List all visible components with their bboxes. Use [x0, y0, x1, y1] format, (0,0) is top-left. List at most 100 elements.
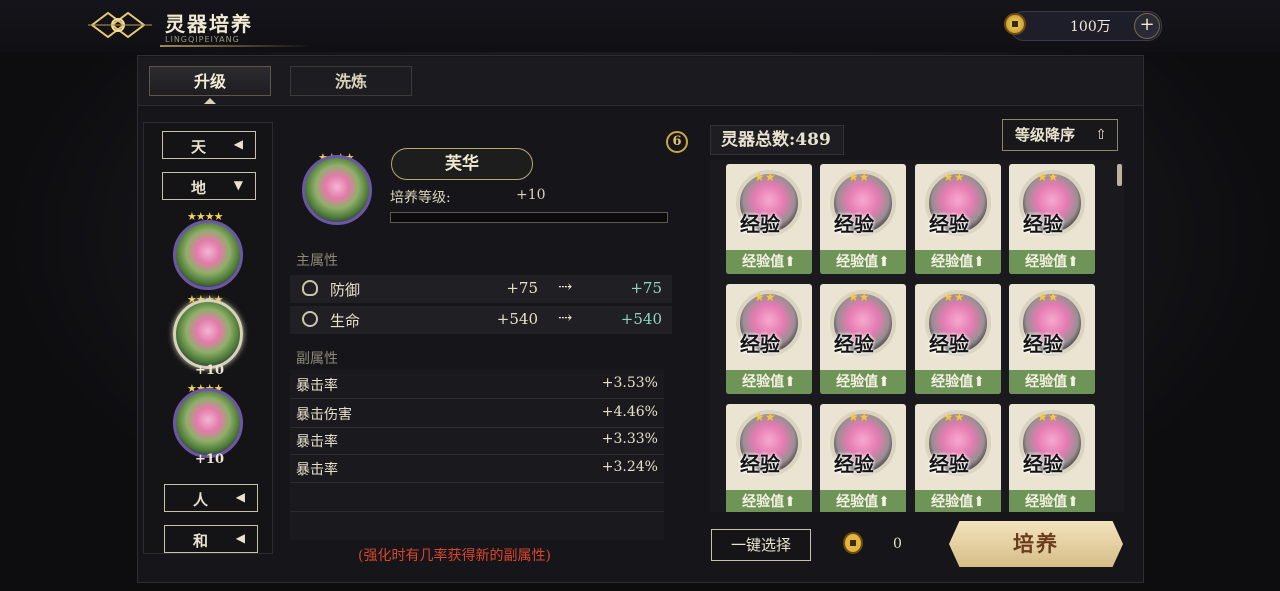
card-footer: 经验值⬆ [915, 250, 1001, 274]
card-footer: 经验值⬆ [1009, 370, 1095, 394]
card-label: 经验 [740, 212, 780, 236]
filter-label: 地 [191, 179, 207, 197]
stat-value: +4.46% [601, 404, 658, 420]
sort-button[interactable]: 等级降序 ⇧ [1002, 119, 1118, 151]
cost-amount: 0 [893, 536, 902, 552]
star-rating: ★★ [1037, 170, 1059, 184]
selected-artifact: ★★★★ [300, 151, 372, 225]
card-footer: 经验值⬆ [820, 370, 906, 394]
stat-name: 暴击伤害 [296, 407, 352, 423]
stat-name: 暴击率 [296, 378, 338, 394]
one-key-select-button[interactable]: 一键选择 [711, 529, 811, 561]
exp-material-card[interactable]: ★★ 经验 经验值⬆ [915, 404, 1001, 512]
card-label: 经验 [929, 452, 969, 476]
stat-current: +540 [496, 310, 538, 328]
exp-material-card[interactable]: ★★ 经验 经验值⬆ [726, 284, 812, 394]
stat-value: +3.24% [601, 459, 658, 475]
card-footer: 经验值⬆ [915, 490, 1001, 512]
card-label: 经验 [1023, 452, 1063, 476]
info-icon[interactable]: 6 [666, 131, 688, 153]
star-rating: ★★ [943, 170, 965, 184]
star-rating: ★★ [754, 290, 776, 304]
exp-material-card[interactable]: ★★ 经验经验值⬆ [915, 164, 1001, 274]
filter-label: 和 [193, 532, 209, 550]
card-label: 经验 [1023, 212, 1063, 236]
list-item[interactable]: ★★★★ +10 [173, 382, 243, 468]
add-currency-button[interactable]: + [1134, 13, 1160, 39]
artifact-total: 灵器总数:489 [710, 125, 844, 155]
sub-stat-row: 暴击率 +3.33% [290, 427, 664, 455]
star-rating: ★★ [1037, 410, 1059, 424]
stat-next: +75 [630, 279, 662, 297]
card-footer: 经验值⬆ [820, 490, 906, 512]
artifact-name: 芙华 [391, 148, 533, 180]
total-label: 灵器总数: [721, 130, 796, 150]
card-footer: 经验值⬆ [726, 250, 812, 274]
level-label: 培养等级: [390, 190, 451, 206]
main-stat-row: 生命 +540 ⇢ +540 [290, 306, 672, 334]
star-rating: ★★ [754, 410, 776, 424]
card-label: 经验 [929, 212, 969, 236]
filter-ren-button[interactable]: 人 ◀ [164, 484, 258, 512]
filter-label: 天 [191, 138, 207, 156]
main-stat-row: 防御 +75 ⇢ +75 [290, 275, 672, 303]
sub-stat-row: 暴击伤害 +4.46% [290, 400, 664, 428]
item-level: +10 [195, 363, 224, 378]
back-emblem-icon[interactable] [88, 8, 152, 42]
lotus-artifact-icon [302, 155, 372, 225]
stat-current: +75 [506, 279, 538, 297]
cultivate-button[interactable]: 培养 [949, 521, 1123, 567]
filter-he-button[interactable]: 和 ◀ [164, 525, 258, 553]
collapse-arrow-icon: ◀ [235, 490, 245, 504]
exp-material-card[interactable]: ★★ 经验 经验值⬆ [820, 164, 906, 274]
item-level: +10 [195, 452, 224, 467]
list-item[interactable]: ★★★★ [173, 210, 243, 290]
coin-icon [843, 532, 863, 554]
page-title: 灵器培养 [165, 12, 253, 36]
card-footer: 经验值⬆ [915, 370, 1001, 394]
sort-label: 等级降序 [1015, 126, 1076, 144]
upgrade-hint: (强化时有几率获得新的副属性) [358, 548, 551, 564]
card-footer: 经验值⬆ [1009, 250, 1095, 274]
exp-material-card[interactable]: ★★ 经验经验值⬆ [726, 404, 812, 512]
card-footer: 经验值⬆ [726, 370, 812, 394]
shield-icon [302, 280, 318, 296]
exp-material-card[interactable]: ★★ 经验经验值⬆ [1009, 404, 1095, 512]
card-footer: 经验值⬆ [726, 490, 812, 512]
filter-tian-button[interactable]: 天 ◀ [162, 131, 256, 159]
exp-material-card[interactable]: ★★ 经验 经验值⬆ [1009, 284, 1095, 394]
tab-refine[interactable]: 洗炼 [290, 66, 412, 96]
expand-arrow-icon: ▼ [233, 178, 243, 192]
filter-di-button[interactable]: 地 ▼ [162, 172, 256, 200]
filter-label: 人 [193, 491, 209, 509]
arrow-right-icon: ⇢ [558, 277, 573, 297]
heart-icon [302, 311, 318, 327]
exp-material-card[interactable]: ★★ 经验 经验值⬆ [726, 164, 812, 274]
card-label: 经验 [740, 452, 780, 476]
sort-up-icon: ⇧ [1095, 127, 1107, 143]
tab-upgrade[interactable]: 升级 [149, 66, 271, 96]
main-stats-label: 主属性 [296, 253, 338, 269]
exp-material-card[interactable]: ★★ 经验 经验值⬆ [915, 284, 1001, 394]
list-item-selected[interactable]: ★★★★ +10 [171, 293, 245, 379]
title-underline [160, 45, 310, 47]
card-label: 经验 [834, 332, 874, 356]
arrow-right-icon: ⇢ [558, 308, 573, 328]
exp-material-card[interactable]: ★★ 经验 经验值⬆ [820, 404, 906, 512]
star-rating: ★★ [848, 290, 870, 304]
exp-material-card[interactable]: ★★ 经验经验值⬆ [820, 284, 906, 394]
stat-name: 生命 [330, 312, 361, 330]
tab-active-indicator-icon [204, 98, 216, 104]
grid-scrollbar[interactable] [1117, 164, 1122, 186]
level-value: +10 [516, 187, 546, 203]
star-rating: ★★ [943, 290, 965, 304]
stat-next: +540 [620, 310, 662, 328]
stat-value: +3.33% [601, 431, 658, 447]
card-footer: 经验值⬆ [1009, 490, 1095, 512]
card-footer: 经验值⬆ [820, 250, 906, 274]
card-label: 经验 [834, 452, 874, 476]
collapse-arrow-icon: ◀ [235, 531, 245, 545]
exp-material-card[interactable]: ★★ 经验经验值⬆ [1009, 164, 1095, 274]
tab-bar [138, 57, 1143, 106]
lotus-artifact-icon [173, 388, 243, 458]
